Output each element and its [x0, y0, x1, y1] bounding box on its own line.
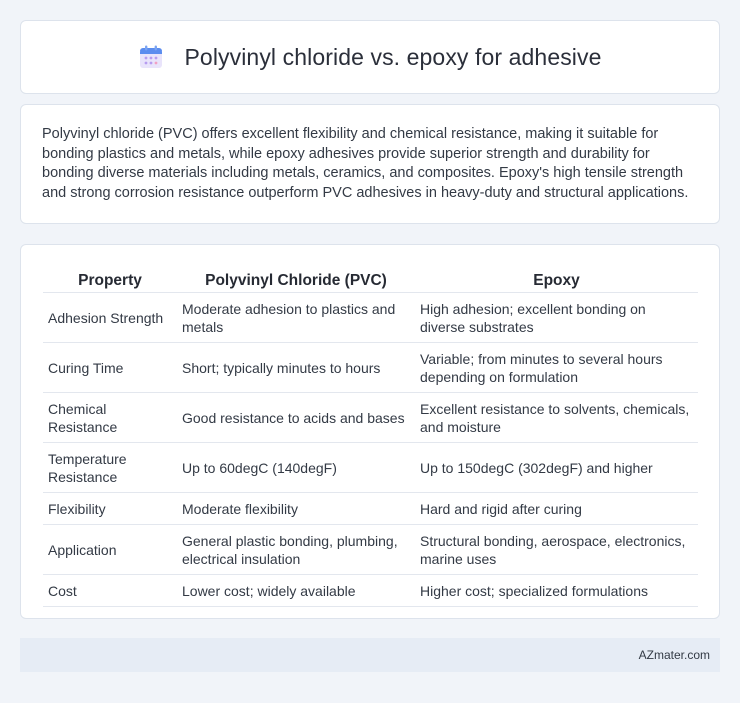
- row-epoxy: Excellent resistance to solvents, chemic…: [415, 391, 698, 442]
- header-epoxy: Epoxy: [533, 271, 580, 289]
- row-property: Application: [43, 523, 177, 574]
- page-title: Polyvinyl chloride vs. epoxy for adhesiv…: [184, 43, 602, 70]
- table-row: Application General plastic bonding, plu…: [43, 523, 698, 574]
- table-row: Cost Lower cost; widely available Higher…: [43, 573, 698, 607]
- row-pvc: Moderate adhesion to plastics and metals: [177, 291, 415, 342]
- table-row: Flexibility Moderate flexibility Hard an…: [43, 491, 698, 524]
- table-row: Chemical Resistance Good resistance to a…: [43, 391, 698, 442]
- footer-brand[interactable]: AZmater.com: [639, 648, 710, 662]
- row-property: Flexibility: [43, 491, 177, 524]
- row-epoxy: Variable; from minutes to several hours …: [415, 341, 698, 392]
- row-property: Cost: [43, 573, 177, 607]
- row-epoxy: High adhesion; excellent bonding on dive…: [415, 291, 698, 342]
- calendar-icon: [140, 45, 163, 68]
- row-pvc: Good resistance to acids and bases: [177, 391, 415, 442]
- row-epoxy: Up to 150degC (302degF) and higher: [415, 441, 698, 492]
- row-property: Chemical Resistance: [43, 391, 177, 442]
- intro-card: Polyvinyl chloride (PVC) offers excellen…: [20, 104, 720, 224]
- table-row: Adhesion Strength Moderate adhesion to p…: [43, 291, 698, 342]
- row-pvc: Up to 60degC (140degF): [177, 441, 415, 492]
- table-row: Curing Time Short; typically minutes to …: [43, 341, 698, 392]
- row-property: Temperature Resistance: [43, 441, 177, 492]
- row-property: Adhesion Strength: [43, 291, 177, 342]
- row-pvc: General plastic bonding, plumbing, elect…: [177, 523, 415, 574]
- row-pvc: Moderate flexibility: [177, 491, 415, 524]
- title-card: Polyvinyl chloride vs. epoxy for adhesiv…: [20, 20, 720, 94]
- table-header-row: Property Polyvinyl Chloride (PVC) Epoxy: [43, 265, 698, 292]
- row-epoxy: Structural bonding, aerospace, electroni…: [415, 523, 698, 574]
- header-pvc: Polyvinyl Chloride (PVC): [205, 271, 387, 289]
- row-epoxy: Higher cost; specialized formulations: [415, 573, 698, 607]
- row-property: Curing Time: [43, 341, 177, 392]
- row-pvc: Lower cost; widely available: [177, 573, 415, 607]
- row-pvc: Short; typically minutes to hours: [177, 341, 415, 392]
- header-property: Property: [78, 271, 142, 289]
- comparison-table: Property Polyvinyl Chloride (PVC) Epoxy …: [43, 265, 698, 607]
- footer-bar: AZmater.com: [20, 638, 720, 672]
- comparison-table-card: Property Polyvinyl Chloride (PVC) Epoxy …: [20, 244, 720, 619]
- intro-text: Polyvinyl chloride (PVC) offers excellen…: [42, 126, 689, 201]
- row-epoxy: Hard and rigid after curing: [415, 491, 698, 524]
- table-row: Temperature Resistance Up to 60degC (140…: [43, 441, 698, 492]
